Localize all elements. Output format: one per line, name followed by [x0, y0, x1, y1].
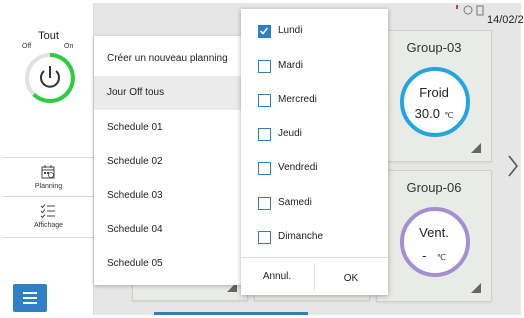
sidebar-divider [3, 196, 94, 197]
picker-button-divider [314, 263, 315, 291]
schedule-menu-item[interactable]: Schedule 04 [94, 213, 244, 247]
picker-divider [241, 257, 388, 258]
checkbox[interactable] [258, 162, 271, 175]
group-temp-value: 30.0 [414, 106, 440, 121]
sidebar-divider [3, 237, 94, 238]
schedule-menu-item[interactable]: Schedule 05 [94, 247, 244, 281]
screen: 14/02/2019 Je 01:06 PM Group-03 Froid 30… [0, 0, 524, 318]
sidebar: Tout Off On Planning Affichage [3, 3, 94, 315]
day-label: Mardi [278, 60, 304, 71]
sidebar-item-affichage[interactable]: Affichage [3, 199, 94, 237]
schedule-menu-item[interactable]: Schedule 02 [94, 145, 244, 179]
sidebar-item-planning[interactable]: Planning [3, 160, 94, 198]
sidebar-divider [3, 157, 94, 158]
power-button[interactable] [23, 51, 77, 105]
day-label: Dimanche [278, 231, 324, 242]
day-picker: Lundi Mardi Mercredi Jeudi Vendredi Same… [241, 9, 388, 295]
day-option[interactable]: Mardi [241, 50, 388, 84]
group-temp: - ℃ [377, 247, 491, 265]
day-option[interactable]: Samedi [241, 187, 388, 221]
group-card[interactable]: Group-03 Froid 30.0 ℃ [376, 30, 492, 162]
day-label: Lundi [278, 25, 303, 36]
ok-button[interactable]: OK [325, 267, 377, 291]
menu-button[interactable] [13, 284, 47, 312]
schedule-menu-item[interactable]: Créer un nouveau planning [94, 42, 244, 76]
sidebar-item-label: Affichage [33, 222, 64, 229]
group-mode: Froid [419, 85, 449, 100]
day-label: Samedi [278, 197, 312, 208]
schedule-menu-item[interactable]: Schedule 03 [94, 179, 244, 213]
group-title: Group-06 [406, 180, 462, 195]
day-label: Jeudi [278, 128, 302, 139]
list-check-icon [40, 204, 55, 219]
group-title: Group-03 [406, 40, 462, 55]
sidebar-item-label: Planning [34, 183, 63, 190]
group-temp-unit: ℃ [444, 111, 454, 120]
cancel-button[interactable]: Annul. [251, 265, 303, 289]
schedule-menu: Créer un nouveau planning Jour Off tous … [94, 36, 244, 285]
checkbox[interactable] [258, 128, 271, 141]
checkbox[interactable] [258, 197, 271, 210]
chevron-right-icon[interactable] [508, 155, 518, 177]
group-mode: Vent. [419, 225, 449, 240]
card-corner-icon [471, 143, 481, 153]
status-icons [456, 5, 484, 16]
day-label: Mercredi [278, 94, 317, 105]
group-ring [400, 67, 470, 137]
day-option[interactable]: Dimanche [241, 221, 388, 255]
datetime: 14/02/2019 Je 01:06 PM [487, 14, 524, 26]
checkbox[interactable] [258, 94, 271, 107]
day-label: Vendredi [278, 162, 318, 173]
schedule-menu-item[interactable]: Schedule 01 [94, 111, 244, 145]
checkbox[interactable] [258, 60, 271, 73]
check-icon [259, 27, 269, 35]
bottom-scroll-indicator [154, 312, 308, 315]
checkbox[interactable] [258, 231, 271, 244]
group-ring [400, 207, 470, 277]
day-option[interactable]: Vendredi [241, 152, 388, 186]
card-corner-icon [471, 283, 481, 293]
group-temp-value: - [422, 248, 427, 263]
checkbox-checked[interactable] [258, 25, 271, 38]
off-label: Off [22, 43, 32, 50]
day-option[interactable]: Lundi [241, 15, 388, 49]
day-option[interactable]: Mercredi [241, 84, 388, 118]
calendar-icon [41, 165, 55, 179]
group-temp-unit: ℃ [436, 253, 446, 262]
master-label: Tout [38, 30, 59, 42]
day-option[interactable]: Jeudi [241, 118, 388, 152]
group-temp: 30.0 ℃ [377, 105, 491, 123]
group-card[interactable]: Group-06 Vent. - ℃ [376, 170, 492, 302]
schedule-menu-item[interactable]: Jour Off tous [94, 76, 244, 110]
on-label: On [64, 43, 74, 50]
